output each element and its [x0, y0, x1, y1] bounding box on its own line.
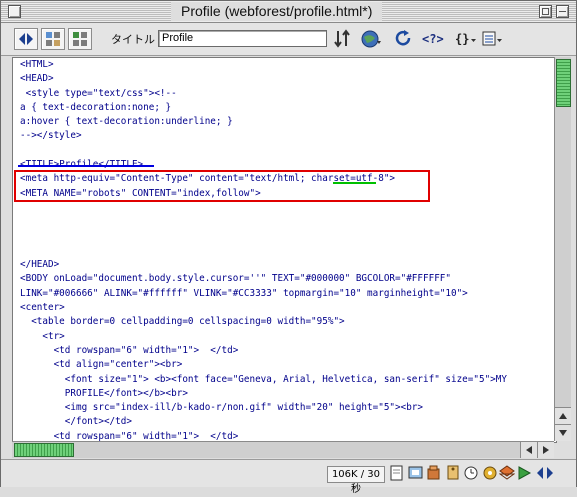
- code-line[interactable]: [20, 201, 507, 215]
- arrow-right-icon: [543, 446, 549, 454]
- code-line[interactable]: <HEAD>: [20, 72, 507, 86]
- code-line[interactable]: <td align="center"><br>: [20, 358, 507, 372]
- settings-icon[interactable]: [481, 464, 499, 482]
- image-grid-alt-icon: [73, 32, 87, 46]
- charset-underline-annotation: [333, 182, 376, 184]
- code-line[interactable]: [20, 215, 507, 229]
- image-grid-button[interactable]: [41, 28, 65, 50]
- refresh-icon[interactable]: [395, 29, 413, 49]
- diamond-arrows-button[interactable]: [14, 28, 38, 50]
- document-icon[interactable]: [389, 464, 405, 482]
- code-line[interactable]: a { text-decoration:none; }: [20, 101, 507, 115]
- code-line[interactable]: a:hover { text-decoration:underline; }: [20, 115, 507, 129]
- sort-icon[interactable]: [333, 29, 355, 49]
- code-line[interactable]: <HTML>: [20, 58, 507, 72]
- layers-icon[interactable]: [499, 464, 515, 482]
- arrow-down-icon: [559, 430, 567, 436]
- arrow-up-icon: [559, 413, 567, 419]
- scroll-left-arrow[interactable]: [520, 442, 537, 458]
- play-icon[interactable]: [516, 464, 532, 482]
- code-line[interactable]: [20, 230, 507, 244]
- braces-icon[interactable]: {}: [454, 29, 478, 49]
- code-line[interactable]: <table border=0 cellpadding=0 cellspacin…: [20, 315, 507, 329]
- vertical-scrollbar[interactable]: [554, 57, 571, 441]
- code-line[interactable]: --></style>: [20, 129, 507, 143]
- code-line[interactable]: <img src="index-ill/b-kado-r/non.gif" wi…: [20, 401, 507, 415]
- code-line[interactable]: [20, 244, 507, 258]
- preview-icon[interactable]: [408, 464, 424, 482]
- code-line[interactable]: <BODY onLoad="document.body.style.cursor…: [20, 272, 507, 286]
- globe-icon[interactable]: [360, 29, 382, 49]
- title-underline-annotation: [18, 165, 154, 167]
- close-box[interactable]: [8, 5, 21, 18]
- scroll-up-arrow[interactable]: [555, 407, 571, 424]
- code-line[interactable]: PROFILE</font></b><br>: [20, 387, 507, 401]
- horizontal-scrollbar[interactable]: [12, 441, 554, 458]
- list-icon[interactable]: [481, 29, 505, 49]
- meta-highlight-box: [14, 170, 430, 202]
- tag-icon[interactable]: [445, 464, 461, 482]
- horizontal-scroll-thumb[interactable]: [14, 443, 74, 457]
- clock-icon[interactable]: [463, 464, 479, 482]
- image-grid-icon: [46, 32, 60, 46]
- code-line[interactable]: </font></td>: [20, 415, 507, 429]
- file-size-status: 106K / 30 秒: [327, 466, 385, 495]
- code-editor[interactable]: <HTML> <HEAD> <style type="text/css"><!--…: [12, 57, 557, 443]
- code-line[interactable]: <font size="1"> <b><font face="Geneva, A…: [20, 373, 507, 387]
- title-input[interactable]: Profile: [158, 30, 327, 47]
- image-grid-alt-button[interactable]: [68, 28, 92, 50]
- toolbar: タイトル : Profile <?> {}: [1, 23, 576, 56]
- code-line[interactable]: [20, 144, 507, 158]
- tag-help-icon[interactable]: <?>: [421, 29, 447, 49]
- svg-text:{}: {}: [455, 32, 469, 46]
- editor-window: Profile (webforest/profile.html*) タイトル :…: [0, 0, 577, 495]
- vertical-scroll-thumb[interactable]: [556, 59, 571, 107]
- code-line[interactable]: <td rowspan="6" width="1"> </td>: [20, 344, 507, 358]
- status-bar: 106K / 30 秒: [1, 459, 576, 495]
- scroll-down-arrow[interactable]: [555, 424, 571, 441]
- collapse-box[interactable]: [556, 5, 569, 18]
- window-title: Profile (webforest/profile.html*): [171, 2, 383, 21]
- title-field-label: タイトル :: [111, 33, 163, 46]
- code-line[interactable]: <style type="text/css"><!--: [20, 87, 507, 101]
- arrow-left-icon: [526, 446, 532, 454]
- diamond-arrows-status-icon[interactable]: [535, 464, 555, 482]
- package-icon[interactable]: [426, 464, 442, 482]
- code-line[interactable]: <center>: [20, 301, 507, 315]
- code-line[interactable]: LINK="#006666" ALINK="#ffffff" VLINK="#C…: [20, 287, 507, 301]
- diamond-arrows-icon: [19, 33, 33, 45]
- title-bar[interactable]: Profile (webforest/profile.html*): [1, 1, 576, 23]
- svg-text:<?>: <?>: [422, 32, 444, 46]
- code-line[interactable]: </HEAD>: [20, 258, 507, 272]
- code-line[interactable]: <tr>: [20, 330, 507, 344]
- code-text[interactable]: <HTML> <HEAD> <style type="text/css"><!--…: [20, 58, 507, 442]
- scroll-right-arrow[interactable]: [537, 442, 554, 458]
- zoom-box[interactable]: [539, 5, 552, 18]
